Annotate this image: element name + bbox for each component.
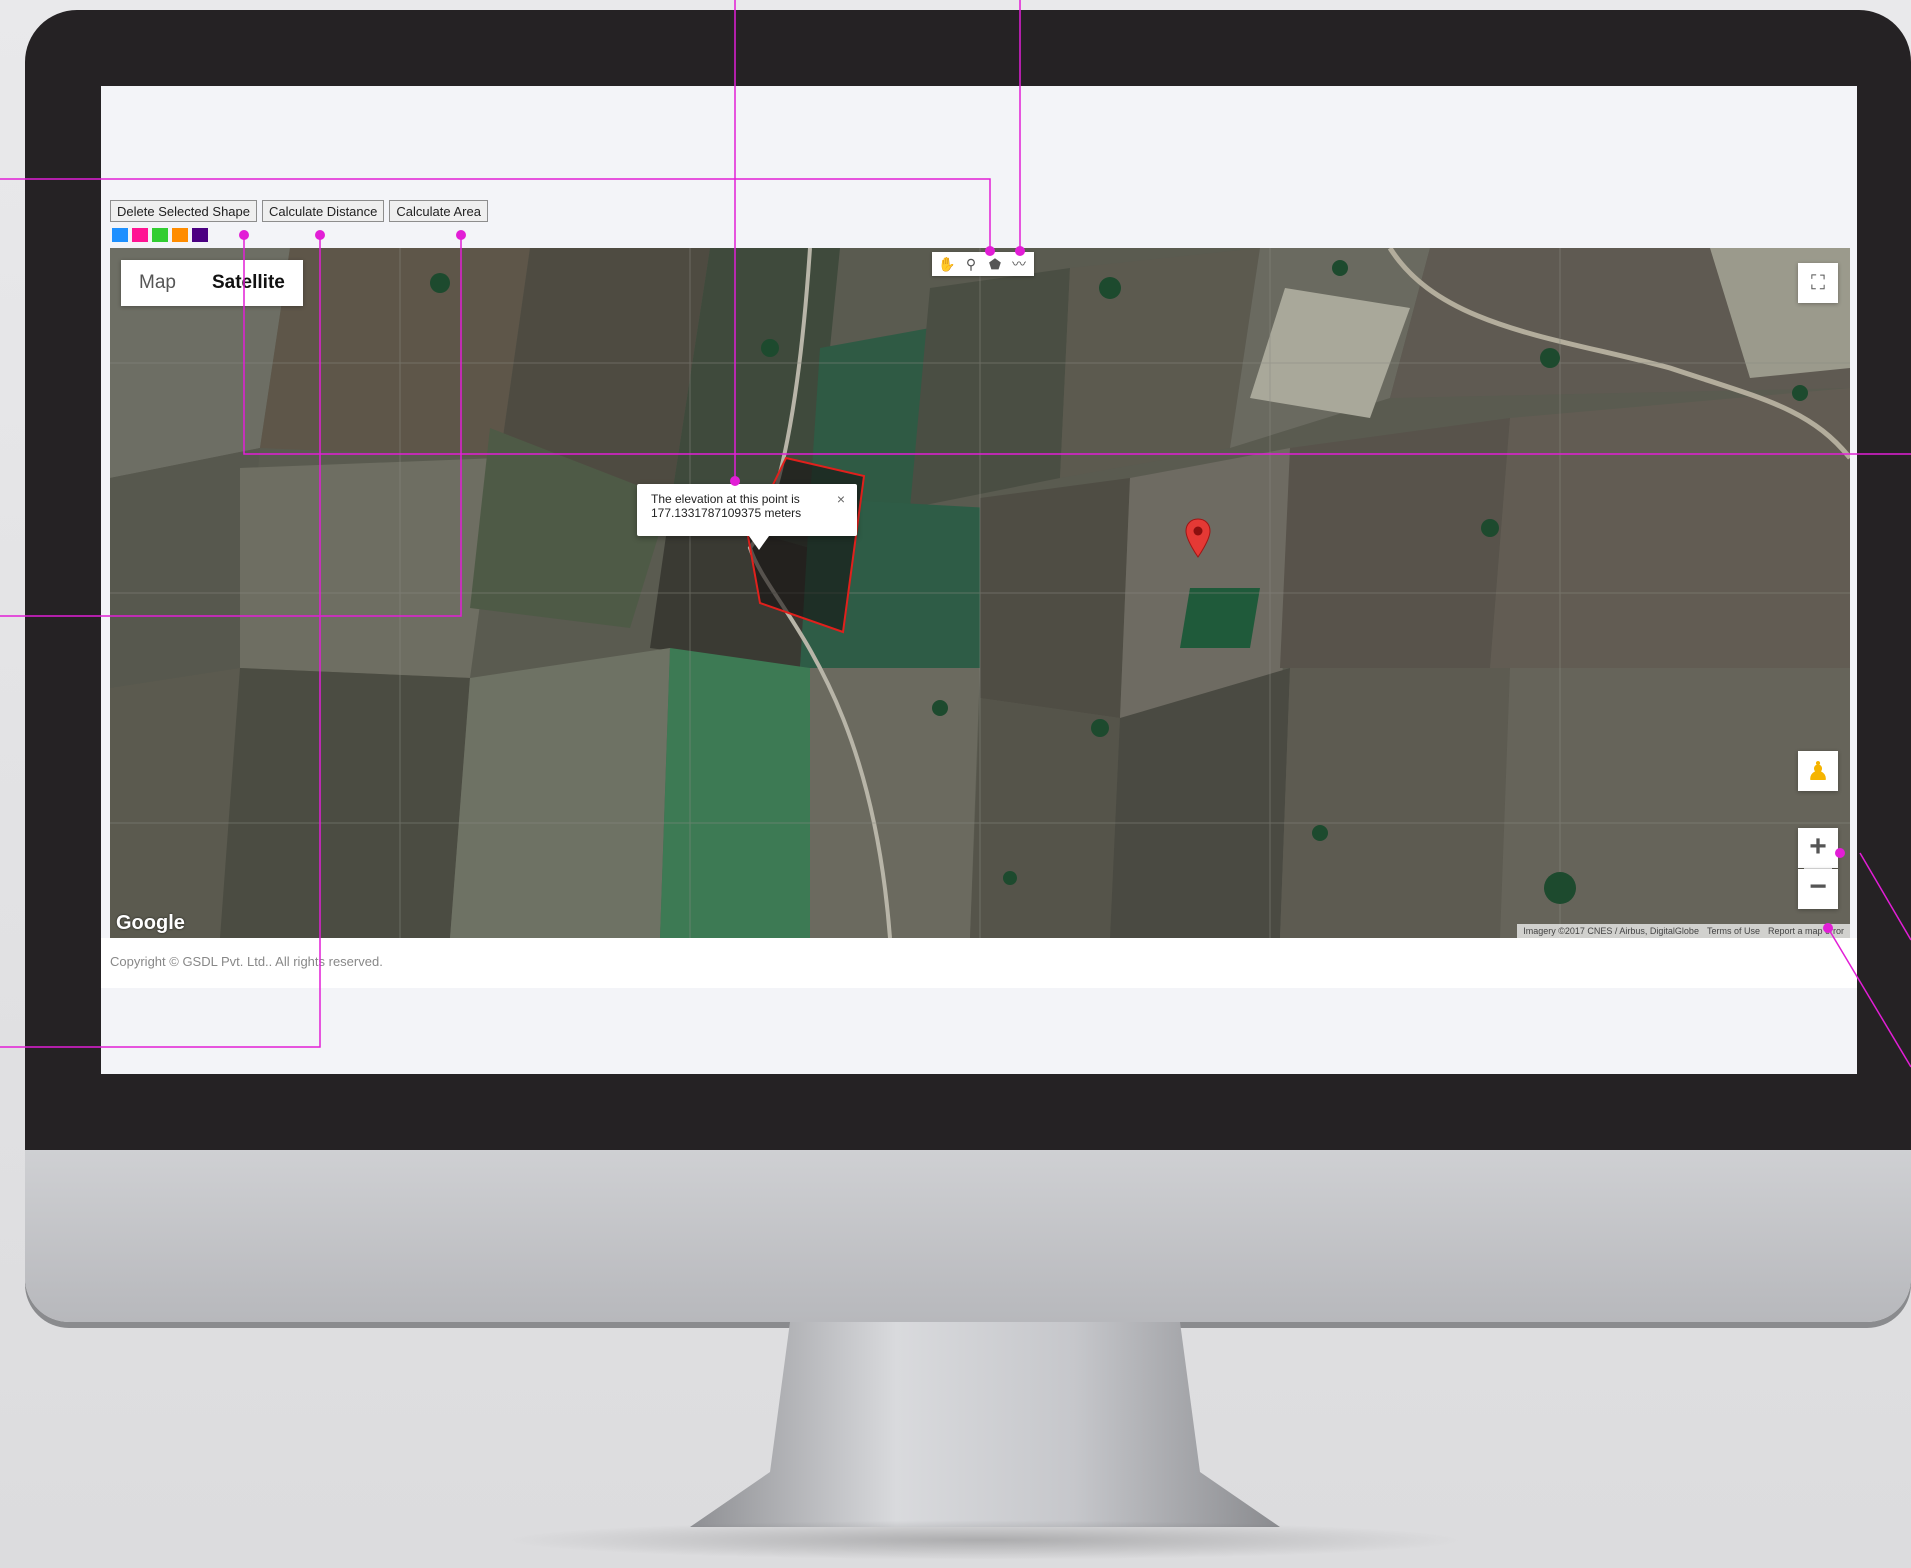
page-footer: Copyright © GSDL Pvt. Ltd.. All rights r… xyxy=(101,938,1857,988)
color-swatch-2[interactable] xyxy=(132,228,148,242)
drawn-polygon[interactable] xyxy=(110,248,1850,938)
shape-toolbar: Delete Selected Shape Calculate Distance… xyxy=(110,200,488,222)
color-palette xyxy=(112,228,208,242)
polyline-icon[interactable]: 〰 xyxy=(1008,252,1030,276)
report-error-link[interactable]: Report a map error xyxy=(1768,924,1844,938)
app-screen: Delete Selected Shape Calculate Distance… xyxy=(101,86,1857,1074)
map-type-map-button[interactable]: Map xyxy=(121,260,194,306)
elevation-text: The elevation at this point is 177.13317… xyxy=(651,492,802,520)
map-canvas[interactable]: Map Satellite ✋ ⚲ ⬟ 〰 ⛶ ♟ + − The elevat… xyxy=(110,248,1850,938)
delete-selected-shape-button[interactable]: Delete Selected Shape xyxy=(110,200,257,222)
google-logo: Google xyxy=(116,912,185,934)
drawing-tools: ✋ ⚲ ⬟ 〰 xyxy=(932,252,1034,276)
map-type-control: Map Satellite xyxy=(121,260,303,306)
hand-icon[interactable]: ✋ xyxy=(936,252,958,276)
stand-shadow xyxy=(500,1520,1470,1560)
terms-link[interactable]: Terms of Use xyxy=(1707,924,1760,938)
fullscreen-icon[interactable]: ⛶ xyxy=(1798,263,1838,303)
monitor-stand xyxy=(690,1322,1280,1527)
color-swatch-4[interactable] xyxy=(172,228,188,242)
zoom-in-button[interactable]: + xyxy=(1798,828,1838,868)
infowindow-close-button[interactable]: × xyxy=(837,491,845,507)
imagery-credit: Imagery ©2017 CNES / Airbus, DigitalGlob… xyxy=(1523,926,1699,936)
map-type-satellite-button[interactable]: Satellite xyxy=(194,260,303,306)
map-marker-icon[interactable] xyxy=(1185,518,1211,563)
elevation-infowindow: The elevation at this point is 177.13317… xyxy=(637,484,857,550)
polygon-icon[interactable]: ⬟ xyxy=(984,252,1006,276)
calculate-distance-button[interactable]: Calculate Distance xyxy=(261,200,385,222)
marker-icon[interactable]: ⚲ xyxy=(960,252,982,276)
color-swatch-5[interactable] xyxy=(192,228,208,242)
color-swatch-1[interactable] xyxy=(112,228,128,242)
pegman-icon[interactable]: ♟ xyxy=(1798,751,1838,791)
calculate-area-button[interactable]: Calculate Area xyxy=(389,200,488,222)
zoom-out-button[interactable]: − xyxy=(1798,869,1838,909)
copyright-text: Copyright © GSDL Pvt. Ltd.. All rights r… xyxy=(110,954,383,969)
monitor-chin xyxy=(25,1150,1911,1322)
color-swatch-3[interactable] xyxy=(152,228,168,242)
map-attribution: Imagery ©2017 CNES / Airbus, DigitalGlob… xyxy=(1517,924,1850,938)
